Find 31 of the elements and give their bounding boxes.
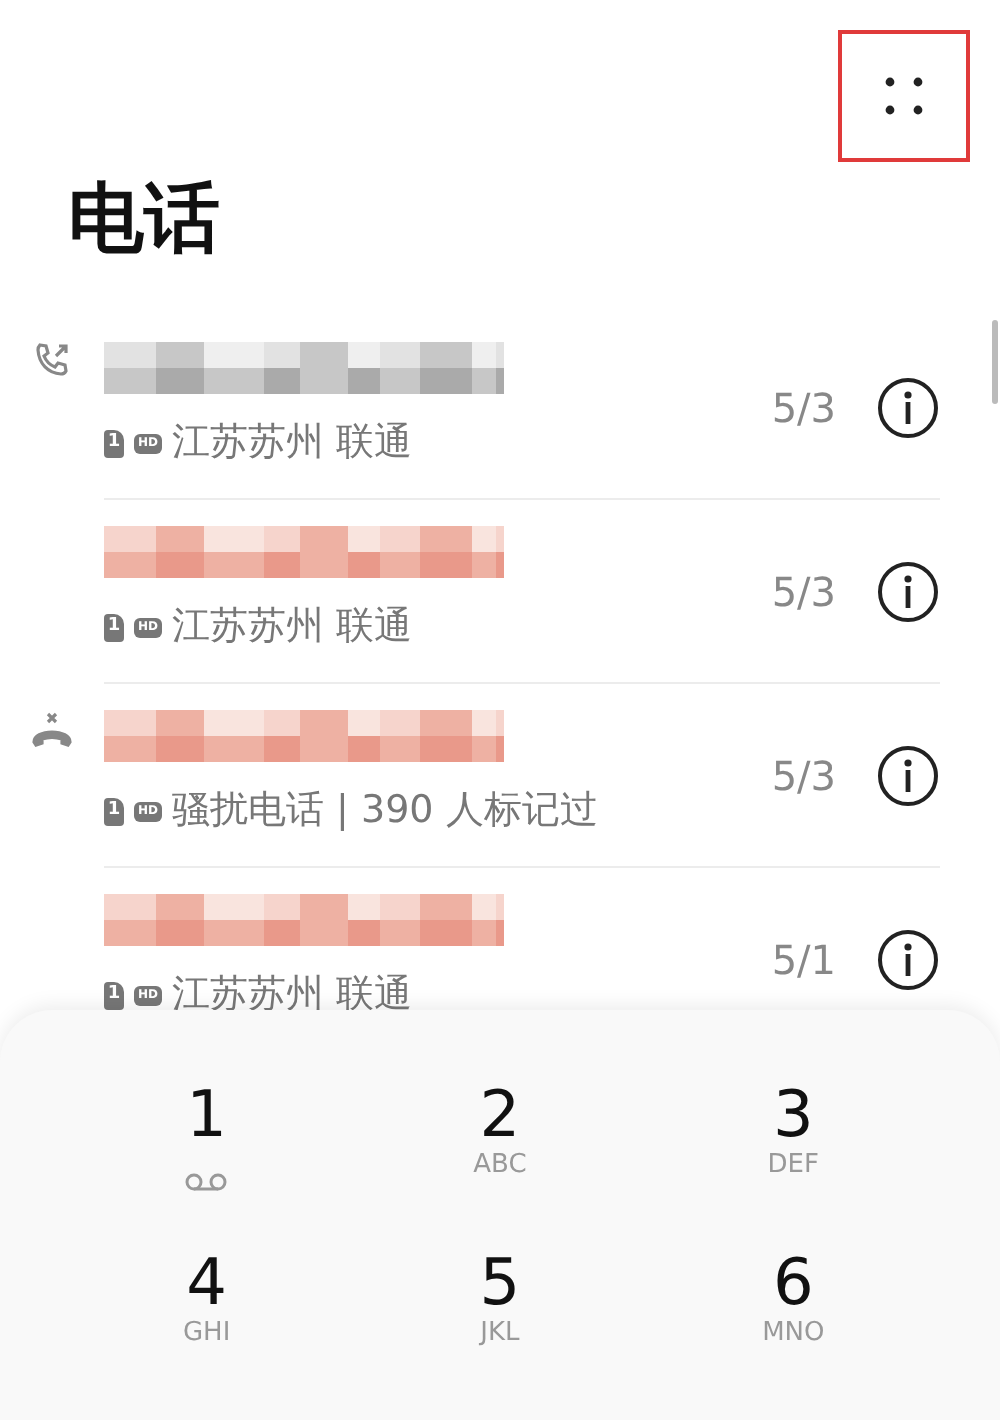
call-location: 江苏苏州 联通 (172, 970, 413, 1021)
info-button[interactable] (876, 927, 940, 991)
scrollbar (992, 320, 998, 404)
sim-icon: 1 (104, 797, 124, 825)
info-icon (876, 375, 940, 439)
dial-key[interactable]: 3 DEF (683, 1066, 904, 1226)
call-location: 江苏苏州 联通 (172, 418, 413, 469)
dial-key[interactable]: 1 (96, 1066, 317, 1226)
call-location: 江苏苏州 联通 (172, 602, 413, 653)
call-date: 5/3 (771, 565, 836, 619)
info-icon (876, 743, 940, 807)
info-icon (876, 559, 940, 623)
sim-icon: 1 (104, 981, 124, 1009)
call-date: 5/3 (771, 381, 836, 435)
dial-key[interactable]: 4 GHI (96, 1234, 317, 1394)
info-icon (876, 927, 940, 991)
call-date: 5/3 (771, 749, 836, 803)
info-button[interactable] (876, 375, 940, 439)
sim-icon: 1 (104, 613, 124, 641)
call-date: 5/1 (771, 933, 836, 987)
info-button[interactable] (876, 743, 940, 807)
dial-key[interactable]: 2 ABC (389, 1066, 610, 1226)
call-location: 骚扰电话 | 390 人标记过 (172, 786, 598, 837)
page-title: 电话 (68, 180, 222, 256)
more-icon (880, 72, 928, 120)
more-menu-button[interactable] (838, 30, 970, 162)
voicemail-icon (184, 1170, 229, 1195)
dial-key[interactable]: 5 JKL (389, 1234, 610, 1394)
info-button[interactable] (876, 559, 940, 623)
sim-icon: 1 (104, 429, 124, 457)
dial-key[interactable]: 6 MNO (683, 1234, 904, 1394)
